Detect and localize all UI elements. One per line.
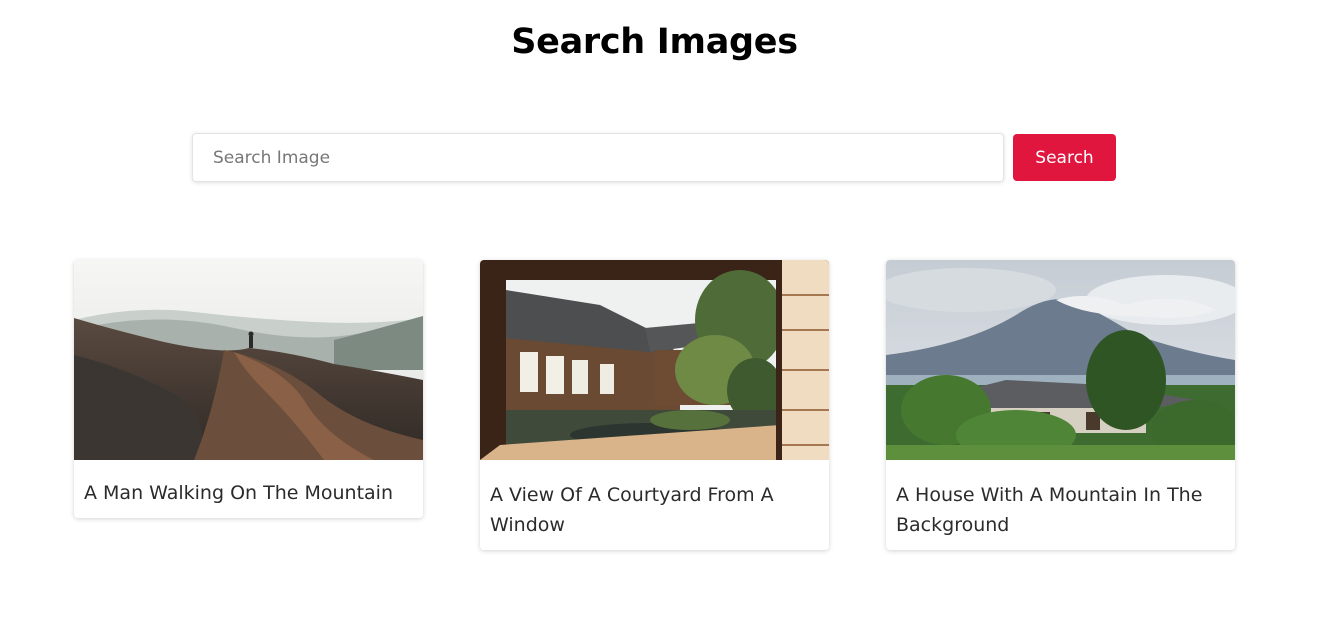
- image-card[interactable]: A Man Walking On The Mountain: [74, 260, 423, 518]
- search-button[interactable]: Search: [1013, 134, 1116, 181]
- search-input[interactable]: [192, 133, 1004, 182]
- image-caption: A House With A Mountain In The Backgroun…: [896, 484, 1203, 536]
- house-mountain-image: [886, 260, 1235, 460]
- image-caption: A View Of A Courtyard From A Window: [490, 484, 774, 536]
- image-card[interactable]: A View Of A Courtyard From A Window: [480, 260, 829, 550]
- page-title: Search Images: [511, 22, 798, 62]
- page: Search Images Search Image Search A Man …: [0, 0, 1321, 630]
- image-caption: A Man Walking On The Mountain: [84, 482, 394, 504]
- courtyard-window-image: [480, 260, 829, 460]
- man-on-mountain-image: [74, 260, 423, 460]
- image-card[interactable]: A House With A Mountain In The Backgroun…: [886, 260, 1235, 550]
